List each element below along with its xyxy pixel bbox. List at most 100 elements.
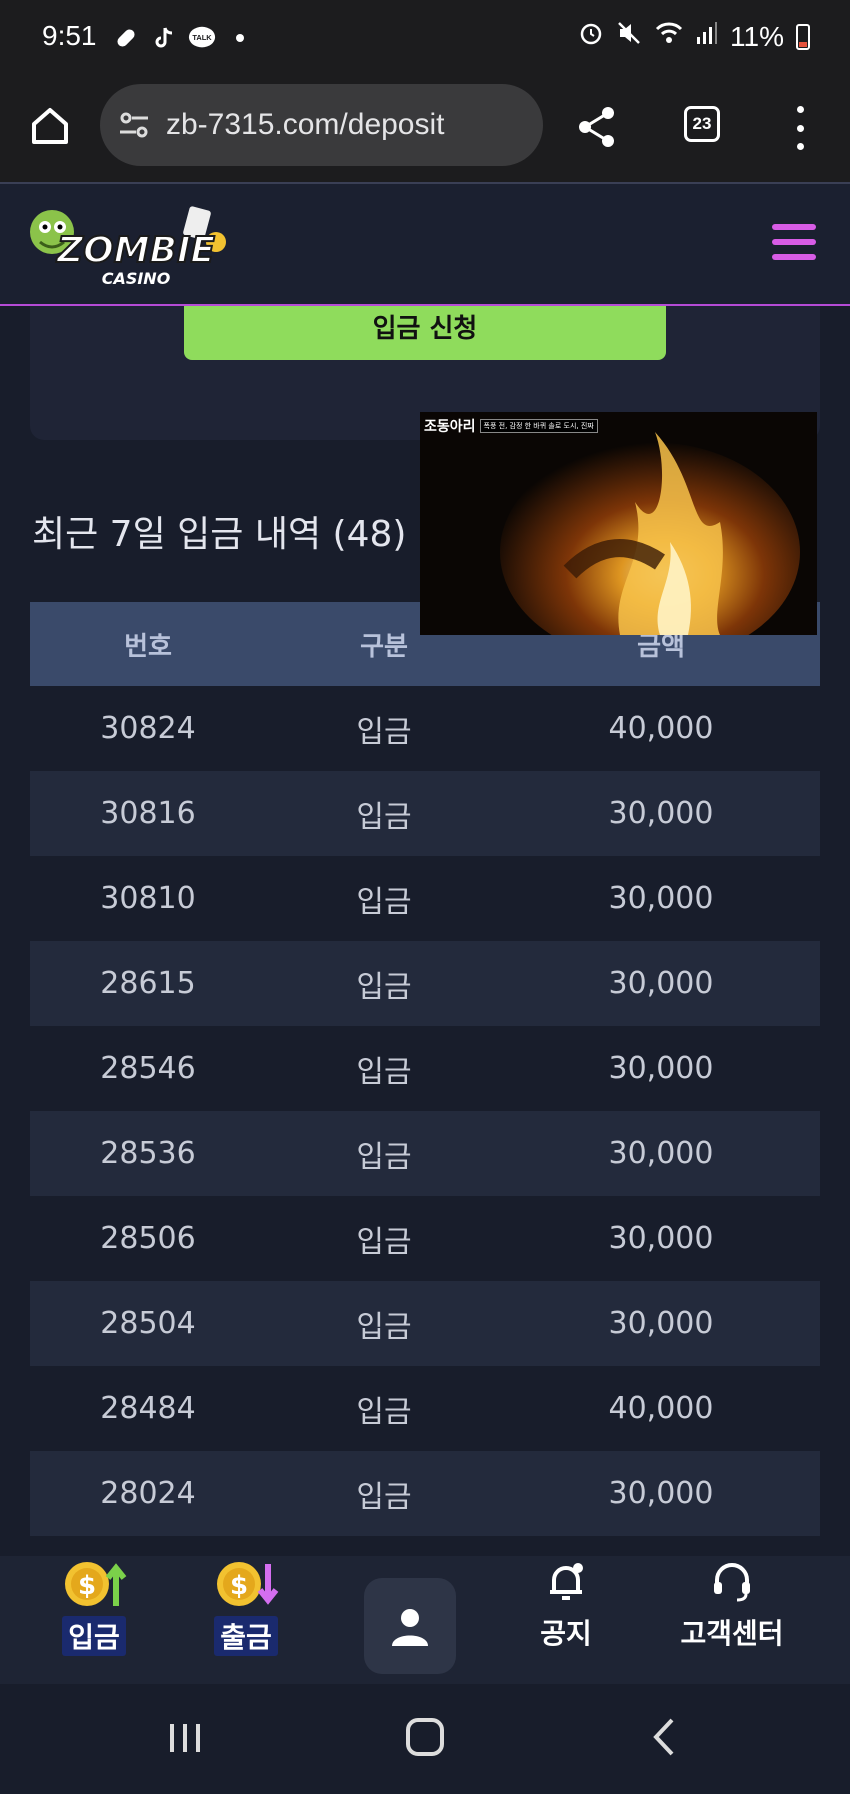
table-row: 30816 입금 30,000 <box>30 771 820 856</box>
table-row: 30824 입금 40,000 <box>30 686 820 771</box>
video-channel-label: 조동아리 폭풍 전, 감정 한 바퀴 솔로 도시, 진짜 <box>424 416 598 436</box>
nav-deposit[interactable]: $ 입금 <box>54 1556 134 1684</box>
pill-icon <box>112 24 140 52</box>
back-button[interactable] <box>640 1712 690 1762</box>
recent-apps-icon <box>170 1724 200 1752</box>
row-amount: 40,000 <box>608 711 714 746</box>
talk-icon: TALK <box>188 24 216 52</box>
fire-video-frame <box>420 412 817 635</box>
nav-support[interactable]: 고객센터 <box>672 1556 792 1684</box>
deposit-history-title: 최근 7일 입금 내역 (48) <box>32 514 407 555</box>
signal-icon <box>696 20 718 53</box>
row-amount: 30,000 <box>608 796 714 831</box>
user-icon <box>392 1609 428 1646</box>
talk-text: TALK <box>192 33 212 42</box>
address-bar[interactable]: zb-7315.com/deposit <box>100 84 543 166</box>
menu-line <box>772 224 816 230</box>
nav-deposit-label: 입금 <box>62 1616 126 1656</box>
bottom-navigation: $ 입금 $ 출금 공지 고객센터 <box>0 1556 850 1684</box>
mute-icon <box>616 20 642 53</box>
more-menu-button[interactable] <box>790 106 810 150</box>
status-time: 9:51 <box>42 20 97 51</box>
dot-icon <box>796 106 804 113</box>
row-number: 28536 <box>100 1136 196 1171</box>
row-type: 입금 <box>356 1309 412 1345</box>
status-bar: 9:51 TALK 11% <box>0 0 850 80</box>
system-navigation-bar <box>0 1684 850 1794</box>
nav-support-label: 고객센터 <box>680 1617 784 1650</box>
home-system-button[interactable] <box>400 1712 450 1762</box>
bell-icon <box>550 1563 583 1600</box>
row-number: 28024 <box>100 1476 196 1511</box>
table-row: 28504 입금 30,000 <box>30 1281 820 1366</box>
logo-main-text: ZOMBIE <box>56 230 215 271</box>
table-row: 28615 입금 30,000 <box>30 941 820 1026</box>
profile-button[interactable] <box>364 1578 456 1674</box>
row-number: 30810 <box>100 881 196 916</box>
menu-line <box>772 239 816 245</box>
dot-icon <box>796 124 804 132</box>
dot-icon <box>796 143 804 150</box>
row-number: 30816 <box>100 796 196 831</box>
row-number: 30824 <box>100 711 196 746</box>
video-caption: 폭풍 전, 감정 한 바퀴 솔로 도시, 진짜 <box>479 419 598 433</box>
nav-notice[interactable]: 공지 <box>526 1556 606 1684</box>
site-settings-icon[interactable] <box>116 107 152 143</box>
url-text[interactable]: zb-7315.com/deposit <box>166 108 445 142</box>
row-number: 28615 <box>100 966 196 1001</box>
logo-sub-text: CASINO <box>102 269 171 288</box>
nav-notice-label: 공지 <box>540 1617 592 1650</box>
table-row: 28024 입금 30,000 <box>30 1451 820 1536</box>
site-header: ZOMBIE CASINO <box>0 182 850 306</box>
home-button[interactable] <box>26 102 74 150</box>
table-row: 28484 입금 40,000 <box>30 1366 820 1451</box>
row-number: 28546 <box>100 1051 196 1086</box>
table-row: 28506 입금 30,000 <box>30 1196 820 1281</box>
share-button[interactable] <box>574 104 620 150</box>
table-row: 30810 입금 30,000 <box>30 856 820 941</box>
tab-switcher-button[interactable]: 23 <box>684 106 720 142</box>
row-type: 입금 <box>356 1054 412 1090</box>
headset-icon <box>714 1563 750 1602</box>
row-type: 입금 <box>356 969 412 1005</box>
coin-deposit-icon: $ <box>65 1562 127 1606</box>
wifi-icon <box>654 20 684 53</box>
row-type: 입금 <box>356 714 412 750</box>
row-amount: 30,000 <box>608 966 714 1001</box>
back-chevron-icon <box>653 1718 674 1756</box>
row-type: 입금 <box>356 1479 412 1515</box>
tiktok-icon <box>150 24 178 52</box>
zombie-casino-logo[interactable]: ZOMBIE CASINO <box>26 202 236 292</box>
row-number: 28506 <box>100 1221 196 1256</box>
dot-icon <box>226 24 254 52</box>
row-type: 입금 <box>356 799 412 835</box>
recent-apps-button[interactable] <box>160 1712 210 1762</box>
home-square-icon <box>406 1718 444 1756</box>
svg-text:$: $ <box>78 1571 96 1601</box>
battery-text: 11% <box>730 20 784 52</box>
row-number: 28504 <box>100 1306 196 1341</box>
row-amount: 40,000 <box>608 1391 714 1426</box>
row-type: 입금 <box>356 1139 412 1175</box>
row-type: 입금 <box>356 884 412 920</box>
home-icon <box>32 108 68 144</box>
row-number: 28484 <box>100 1391 196 1426</box>
table-row: 28536 입금 30,000 <box>30 1111 820 1196</box>
column-header-number: 번호 <box>124 631 172 662</box>
browser-toolbar: zb-7315.com/deposit 23 <box>0 80 850 182</box>
row-amount: 30,000 <box>608 1221 714 1256</box>
notification-icons: TALK <box>112 24 254 52</box>
nav-withdraw[interactable]: $ 출금 <box>206 1556 286 1684</box>
battery-icon <box>796 23 810 50</box>
row-type: 입금 <box>356 1394 412 1430</box>
share-icon <box>579 107 614 147</box>
menu-line <box>772 254 816 260</box>
floating-video-player[interactable]: 조동아리 폭풍 전, 감정 한 바퀴 솔로 도시, 진짜 <box>420 412 817 635</box>
row-amount: 30,000 <box>608 1476 714 1511</box>
row-type: 입금 <box>356 1224 412 1260</box>
row-amount: 30,000 <box>608 1051 714 1086</box>
deposit-history-table: 번호 구분 금액 30824 입금 40,000 30816 입금 30,000… <box>30 602 820 1536</box>
screen: 9:51 TALK 11% zb-7315.com/deposit 23 입금 … <box>0 0 850 1794</box>
video-channel-logo: 조동아리 <box>424 419 476 435</box>
hamburger-menu-button[interactable] <box>772 224 816 260</box>
